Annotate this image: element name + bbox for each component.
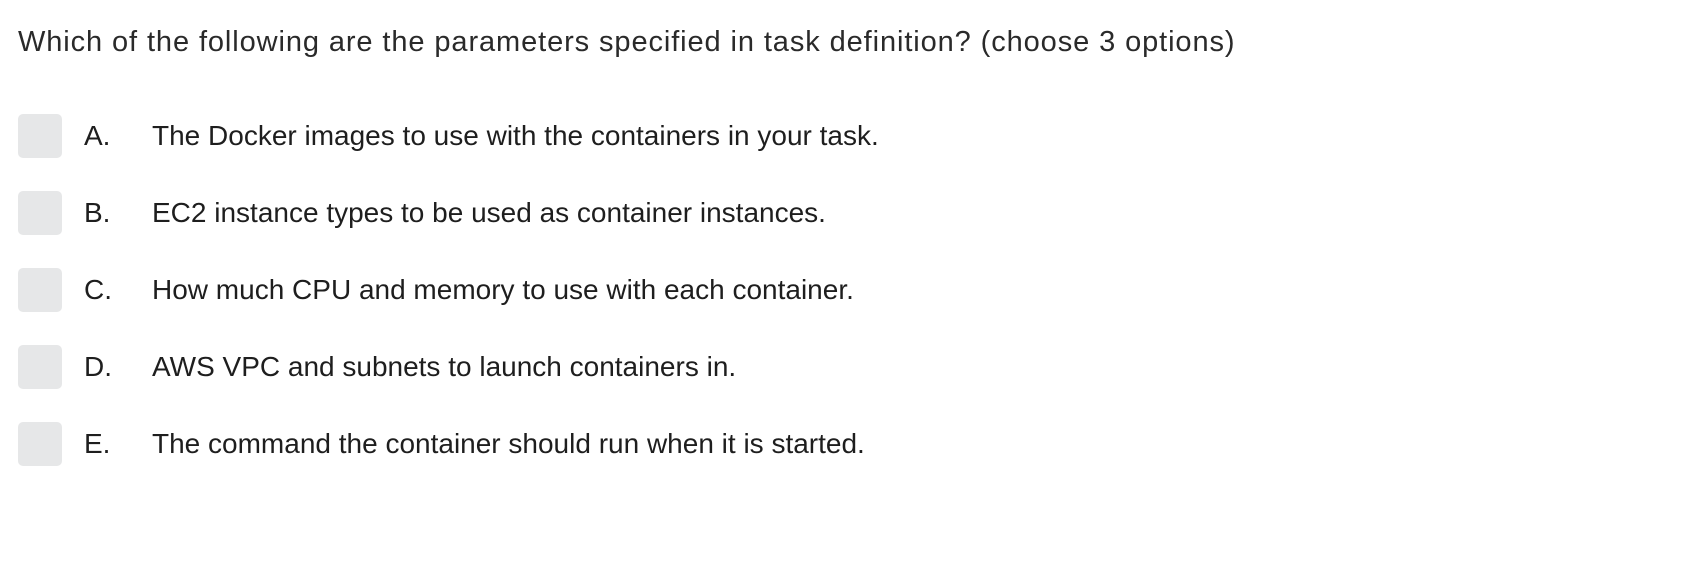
option-c-checkbox[interactable] xyxy=(18,268,62,312)
option-d-checkbox[interactable] xyxy=(18,345,62,389)
option-b-label[interactable]: EC2 instance types to be used as contain… xyxy=(152,197,826,229)
option-c-label[interactable]: How much CPU and memory to use with each… xyxy=(152,274,854,306)
option-a-letter: A. xyxy=(84,120,111,151)
option-e-label[interactable]: The command the container should run whe… xyxy=(152,428,865,460)
option-c-letter: C. xyxy=(84,274,112,305)
option-d-label[interactable]: AWS VPC and subnets to launch containers… xyxy=(152,351,736,383)
option-a-checkbox[interactable] xyxy=(18,114,62,158)
options-list: A. The Docker images to use with the con… xyxy=(18,114,1418,499)
option-e-checkbox[interactable] xyxy=(18,422,62,466)
option-b-letter: B. xyxy=(84,197,111,228)
option-b[interactable]: B. EC2 instance types to be used as cont… xyxy=(18,191,1418,235)
option-d[interactable]: D. AWS VPC and subnets to launch contain… xyxy=(18,345,1418,389)
option-c[interactable]: C. How much CPU and memory to use with e… xyxy=(18,268,1418,312)
option-e-letter: E. xyxy=(84,428,111,459)
option-a[interactable]: A. The Docker images to use with the con… xyxy=(18,114,1418,158)
option-b-checkbox[interactable] xyxy=(18,191,62,235)
option-e[interactable]: E. The command the container should run … xyxy=(18,422,1418,466)
option-d-letter: D. xyxy=(84,351,112,382)
option-a-label[interactable]: The Docker images to use with the contai… xyxy=(152,120,879,152)
question-text: Which of the following are the parameter… xyxy=(18,26,1236,58)
